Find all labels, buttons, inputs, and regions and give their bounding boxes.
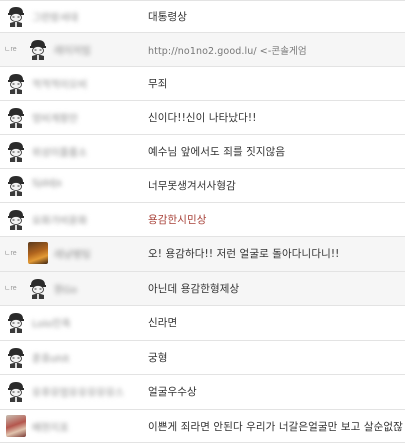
comment-row: 그런랑셔대 대통령상 [0,0,405,33]
nickname[interactable]: 유후뮤멈유유뮤뮤뮤스 [32,384,124,399]
default-avatar-icon[interactable] [6,72,26,94]
nickname[interactable]: 뭔Go [54,281,77,296]
comment-row: 꺽꺽꺽이오비 무죄 [0,67,405,101]
reply-indicator: ㄴre [4,250,17,257]
comment-row: 유후뮤멈유유뮤뮤뮤스 얼굴우수상 [0,375,405,410]
user-photo-avatar[interactable] [28,242,48,264]
comment-list: 그런랑셔대 대통령상 ㄴre 레이저빔 http://no1no2.good.lu/ … [0,0,405,447]
nickname[interactable]: Sjddjs [32,178,62,189]
nickname[interactable]: 멍비게팡안 [32,110,78,125]
nickname[interactable]: 요화가비윤화 [32,212,87,227]
comment-row: ㄴre 레냥팽팅 오! 용감하다!! 저런 얼굴로 돌아다니다니!! [0,237,405,272]
user-photo-avatar[interactable] [6,415,26,437]
nickname[interactable]: 배현지포 [32,419,69,434]
comment-text: 궁형 [148,352,168,364]
nickname[interactable]: 레냥팽팅 [54,246,91,261]
comment-text: 신라면 [148,317,178,329]
default-avatar-icon[interactable] [28,277,48,299]
comment-text: 신이다!!신이 나타났다!! [148,112,257,124]
comment-text: 예수님 앞에서도 죄를 짓지않음 [148,146,286,158]
comment-row: 요화가비윤화 용감한시민상 [0,203,405,237]
comment-text: 무죄 [148,78,168,90]
default-avatar-icon[interactable] [6,346,26,368]
nickname[interactable]: 훈휴ohlt [32,350,70,365]
default-avatar-icon[interactable] [6,106,26,128]
nickname[interactable]: Lolo민축 [32,315,71,330]
comment-row: Sjddjs 너무못생겨서사형감 [0,169,405,203]
comment-text: 이쁜게 죄라면 안된다 우리가 너갈은얼굴만 보고 살순없잖 [148,421,403,433]
default-avatar-icon[interactable] [6,208,26,230]
nickname[interactable]: 위성이플룸소 [32,144,87,159]
comment-row: ㄴre 레이저빔 http://no1no2.good.lu/ <-콘솔게엄 [0,33,405,67]
comment-row: 위성이플룸소 예수님 앞에서도 죄를 짓지않음 [0,135,405,169]
nickname[interactable]: 레이저빔 [54,42,91,57]
default-avatar-icon[interactable] [6,140,26,162]
reply-indicator: ㄴre [4,46,17,53]
nickname[interactable]: 그런랑셔대 [32,9,78,24]
comment-row: ㄴre 뭔Go 아닌데 용감한형제상 [0,272,405,306]
default-avatar-icon[interactable] [6,5,26,27]
comment-text: 대통령상 [148,11,188,23]
default-avatar-icon[interactable] [6,174,26,196]
comment-text: 오! 용감하다!! 저런 얼굴로 돌아다니다니!! [148,248,340,260]
comment-row: 훈휴ohlt 궁형 [0,341,405,375]
comment-row: 멍비게팡안 신이다!!신이 나타났다!! [0,101,405,135]
comment-text: 용감한시민상 [148,214,207,226]
comment-text: 얼굴우수상 [148,386,197,398]
default-avatar-icon[interactable] [6,380,26,402]
comment-row: 배현지포 이쁜게 죄라면 안된다 우리가 너갈은얼굴만 보고 살순없잖 [0,410,405,443]
nickname[interactable]: 꺽꺽꺽이오비 [32,76,87,91]
comment-text[interactable]: http://no1no2.good.lu/ <-콘솔게엄 [148,43,307,57]
comment-text: 아닌데 용감한형제상 [148,283,240,295]
comment-row: Lolo민축 신라면 [0,306,405,341]
reply-indicator: ㄴre [4,285,17,292]
comment-text: 너무못생겨서사형감 [148,180,236,192]
default-avatar-icon[interactable] [28,38,48,60]
default-avatar-icon[interactable] [6,311,26,333]
